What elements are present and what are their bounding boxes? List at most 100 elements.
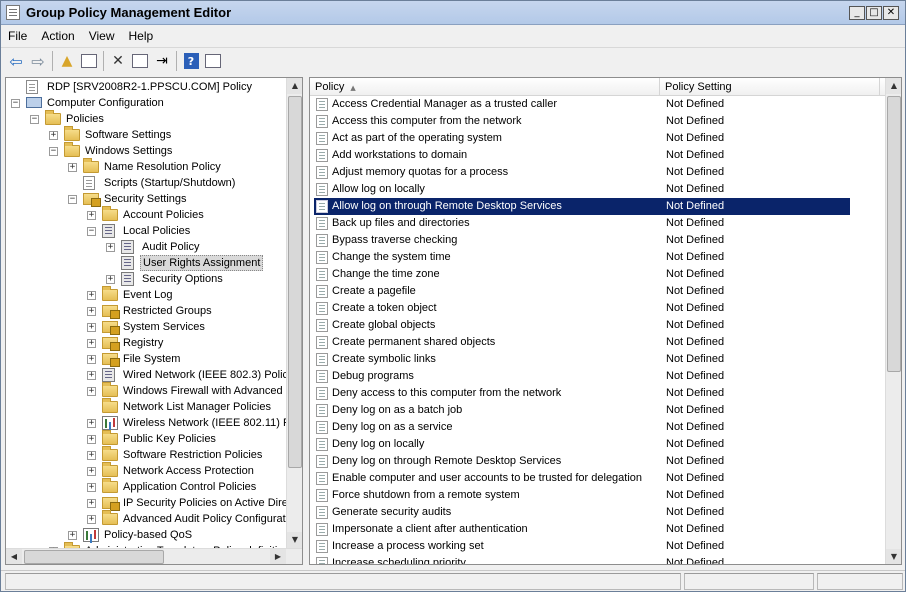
policy-row[interactable]: Deny log on as a service Not Defined [314, 419, 850, 436]
policy-row[interactable]: Add workstations to domain Not Defined [314, 147, 850, 164]
policy-row[interactable]: Create a pagefile Not Defined [314, 283, 850, 300]
tree-item[interactable]: + System Services [6, 319, 286, 335]
expand-icon[interactable]: + [87, 451, 96, 460]
expand-icon[interactable]: + [87, 499, 96, 508]
tree-item[interactable]: + Public Key Policies [6, 430, 286, 447]
tree-item[interactable]: + Software Settings [6, 126, 286, 143]
policy-row[interactable]: Increase a process working set Not Define… [314, 538, 850, 555]
policy-row[interactable]: Deny access to this computer from the ne… [314, 385, 850, 402]
expand-icon[interactable]: + [87, 467, 96, 476]
column-header-policy[interactable]: Policy ▲ [310, 78, 660, 96]
tree-item[interactable]: − Windows Settings [6, 142, 286, 159]
show-hide-action-pane-icon[interactable] [202, 50, 224, 72]
tree-item[interactable]: + Event Log [6, 286, 286, 303]
policy-row[interactable]: Create symbolic links Not Defined [314, 351, 850, 368]
expand-icon[interactable]: + [87, 211, 96, 220]
minimize-button[interactable]: _ [849, 6, 865, 20]
export-list-icon[interactable]: ⇥ [151, 50, 173, 72]
policy-row[interactable]: Act as part of the operating system Not D… [314, 130, 850, 147]
tree-item[interactable]: + Name Resolution Policy [6, 158, 286, 175]
tree-item[interactable]: + Security Options [6, 271, 286, 287]
expand-icon[interactable]: + [87, 291, 96, 300]
policy-row[interactable]: Change the system time Not Defined [314, 249, 850, 266]
collapse-icon[interactable]: − [49, 147, 58, 156]
scroll-up-arrow-icon[interactable]: ▲ [886, 78, 901, 94]
collapse-icon[interactable]: − [30, 115, 39, 124]
policy-row[interactable]: Allow log on locally Not Defined [314, 181, 850, 198]
close-button[interactable]: ✕ [883, 6, 899, 20]
policy-row[interactable]: Deny log on locally Not Defined [314, 436, 850, 453]
forward-arrow-icon[interactable]: ⇨ [27, 50, 49, 72]
tree-horizontal-scrollbar[interactable]: ◀ ▶ [6, 548, 302, 564]
policy-row[interactable]: Deny log on through Remote Desktop Servi… [314, 453, 850, 470]
policy-row[interactable]: Access this computer from the network Not… [314, 113, 850, 130]
help-icon[interactable]: ? [180, 50, 202, 72]
expand-icon[interactable]: + [87, 339, 96, 348]
tree-item[interactable]: + IP Security Policies on Active Direc [6, 495, 293, 511]
expand-icon[interactable]: + [49, 131, 58, 140]
properties-icon[interactable] [129, 50, 151, 72]
tree-vertical-scrollbar[interactable]: ▲ ▼ [286, 78, 302, 548]
title-bar[interactable]: Group Policy Management Editor _ □ ✕ [1, 1, 905, 25]
delete-icon[interactable]: ✕ [107, 50, 129, 72]
tree-item[interactable]: + Restricted Groups [6, 303, 286, 319]
collapse-icon[interactable]: − [68, 195, 77, 204]
policy-row[interactable]: Deny log on as a batch job Not Defined [314, 402, 850, 419]
show-hide-tree-icon[interactable] [78, 50, 100, 72]
policy-row[interactable]: Create a token object Not Defined [314, 300, 850, 317]
policy-row[interactable]: Generate security audits Not Defined [314, 504, 850, 521]
menu-help[interactable]: Help [122, 29, 161, 43]
hscroll-thumb[interactable] [24, 550, 164, 564]
tree-item[interactable]: − Local Policies [6, 223, 286, 239]
tree-item[interactable]: − Computer Configuration [6, 95, 286, 111]
expand-icon[interactable]: + [87, 355, 96, 364]
expand-icon[interactable]: + [87, 419, 96, 428]
scroll-down-arrow-icon[interactable]: ▼ [287, 532, 302, 548]
policy-row[interactable]: Change the time zone Not Defined [314, 266, 850, 283]
scroll-thumb[interactable] [887, 96, 901, 372]
scroll-right-arrow-icon[interactable]: ▶ [270, 549, 286, 564]
policy-row[interactable]: Impersonate a client after authenticatio… [314, 521, 850, 538]
column-header-policy-setting[interactable]: Policy Setting [660, 78, 880, 96]
policy-row[interactable]: Back up files and directories Not Defined [314, 215, 850, 232]
tree-item[interactable]: + Audit Policy [6, 239, 286, 255]
expand-icon[interactable]: + [87, 307, 96, 316]
expand-icon[interactable]: + [87, 515, 96, 524]
expand-icon[interactable]: + [87, 387, 96, 396]
tree-item[interactable]: + Account Policies [6, 206, 286, 223]
tree-item[interactable]: + Software Restriction Policies [6, 446, 286, 463]
policy-row[interactable]: Increase scheduling priority Not Defined [314, 555, 850, 564]
expand-icon[interactable]: + [87, 483, 96, 492]
tree-item[interactable]: + Wireless Network (IEEE 802.11) P [6, 415, 290, 431]
tree-item[interactable]: + Network Access Protection [6, 462, 286, 479]
expand-icon[interactable]: + [87, 323, 96, 332]
expand-icon[interactable]: + [87, 435, 96, 444]
tree-item[interactable]: + Advanced Audit Policy Configurati [6, 510, 288, 527]
collapse-icon[interactable]: − [11, 99, 20, 108]
expand-icon[interactable]: + [68, 531, 77, 540]
expand-icon[interactable]: + [106, 275, 115, 284]
back-arrow-icon[interactable]: ⇦ [5, 50, 27, 72]
details-pane[interactable]: Policy ▲ Policy Setting Access Credential… [309, 77, 902, 565]
expand-icon[interactable]: + [87, 371, 96, 380]
tree-item[interactable]: + Policy-based QoS [6, 527, 286, 543]
tree-item[interactable]: + Registry [6, 335, 286, 351]
menu-action[interactable]: Action [34, 29, 81, 43]
policy-row[interactable]: Enable computer and user accounts to be … [314, 470, 850, 487]
tree-item[interactable]: Network List Manager Policies [6, 398, 286, 415]
scroll-up-arrow-icon[interactable]: ▲ [287, 78, 302, 94]
menu-view[interactable]: View [82, 29, 122, 43]
tree-item[interactable]: Scripts (Startup/Shutdown) [6, 175, 286, 191]
policy-row[interactable]: Create global objects Not Defined [314, 317, 850, 334]
tree-item[interactable]: + Application Control Policies [6, 478, 286, 495]
tree-item[interactable]: + Windows Firewall with Advanced S [6, 382, 293, 399]
collapse-icon[interactable]: − [87, 227, 96, 236]
policy-row[interactable]: Bypass traverse checking Not Defined [314, 232, 850, 249]
tree-item[interactable]: − Policies [6, 110, 286, 127]
policy-row[interactable]: Adjust memory quotas for a process Not De… [314, 164, 850, 181]
expand-icon[interactable]: + [106, 243, 115, 252]
policy-row[interactable]: Debug programs Not Defined [314, 368, 850, 385]
policy-row[interactable]: Allow log on through Remote Desktop Serv… [314, 198, 850, 215]
policy-row[interactable]: Create permanent shared objects Not Defin… [314, 334, 850, 351]
tree-item[interactable]: + File System [6, 351, 286, 367]
